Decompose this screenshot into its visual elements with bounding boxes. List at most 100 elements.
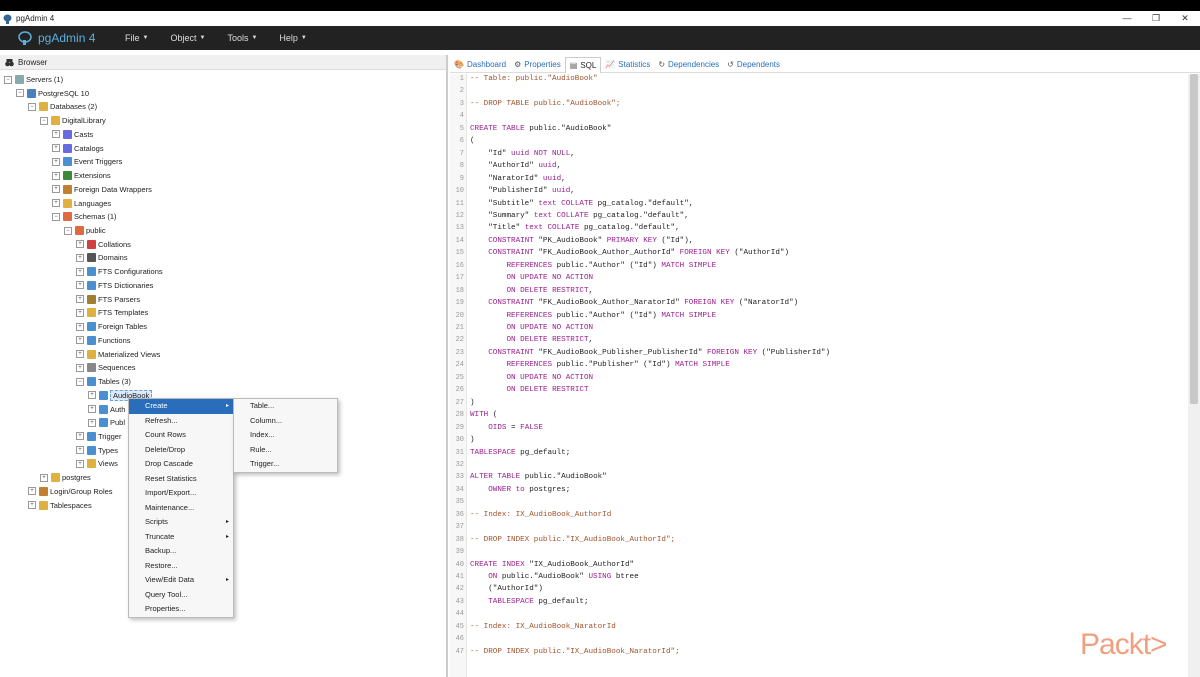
tree-node[interactable]: − Schemas (1) xyxy=(52,210,117,223)
restore-button[interactable]: ❐ xyxy=(1141,11,1171,26)
menu-tools[interactable]: Tools ▼ xyxy=(216,26,268,50)
context-menu-item[interactable]: Drop Cascade xyxy=(129,457,233,472)
expand-icon[interactable]: + xyxy=(28,501,36,510)
context-menu-item[interactable]: Reset Statistics xyxy=(129,472,233,487)
create-submenu-item[interactable]: Index... xyxy=(234,428,337,443)
context-menu-item[interactable]: Count Rows xyxy=(129,428,233,443)
expand-icon[interactable]: + xyxy=(76,432,84,441)
expand-icon[interactable]: + xyxy=(76,363,84,372)
tree-node[interactable]: + Functions xyxy=(76,334,131,347)
create-submenu-item[interactable]: Column... xyxy=(234,414,337,429)
expand-icon[interactable]: + xyxy=(76,253,84,262)
menu-file[interactable]: File ▼ xyxy=(114,26,159,50)
expand-icon[interactable]: + xyxy=(28,487,36,496)
collapse-icon[interactable]: − xyxy=(4,75,12,84)
context-menu-item[interactable]: Truncate ▸ xyxy=(129,530,233,545)
tree-node[interactable]: + Auth xyxy=(88,403,125,416)
context-menu-item[interactable]: Create ▸ xyxy=(129,399,233,414)
expand-icon[interactable]: + xyxy=(52,130,60,139)
expand-icon[interactable]: + xyxy=(76,281,84,290)
expand-icon[interactable]: + xyxy=(76,267,84,276)
context-menu-item[interactable]: Maintenance... xyxy=(129,501,233,516)
tab-statistics[interactable]: 📈 Statistics xyxy=(601,57,654,73)
tree-node[interactable]: + Domains xyxy=(76,251,128,264)
tree-node[interactable]: + Trigger xyxy=(76,430,121,443)
expand-icon[interactable]: + xyxy=(88,391,96,400)
expand-icon[interactable]: + xyxy=(52,157,60,166)
collapse-icon[interactable]: − xyxy=(52,212,60,221)
create-submenu-item[interactable]: Table... xyxy=(234,399,337,414)
tree-node[interactable]: − DigitalLibrary xyxy=(40,114,106,127)
tree-node[interactable]: − Tables (3) xyxy=(76,375,131,388)
tree-node[interactable]: + Languages xyxy=(52,197,111,210)
tab-properties[interactable]: ⚙ Properties xyxy=(510,57,565,73)
tree-node[interactable]: + Extensions xyxy=(52,169,111,182)
expand-icon[interactable]: + xyxy=(76,446,84,455)
tab-dependencies[interactable]: ↻ Dependencies xyxy=(654,57,723,73)
collapse-icon[interactable]: − xyxy=(16,89,24,98)
menu-object[interactable]: Object ▼ xyxy=(159,26,216,50)
tree-node[interactable]: + Types xyxy=(76,444,118,457)
tree-node[interactable]: + Casts xyxy=(52,128,93,141)
tree-node[interactable]: + Views xyxy=(76,457,118,470)
expand-icon[interactable]: + xyxy=(40,473,48,482)
collapse-icon[interactable]: − xyxy=(64,226,72,235)
tree-node[interactable]: + Publ xyxy=(88,416,125,429)
context-menu-item[interactable]: Scripts ▸ xyxy=(129,515,233,530)
sql-editor[interactable]: 1 -- Table: public."AudioBook" 2 3 -- DROP T… xyxy=(450,74,1186,677)
tree-node[interactable]: + postgres xyxy=(40,471,91,484)
tab-dashboard[interactable]: 🎨 Dashboard xyxy=(450,57,510,73)
expand-icon[interactable]: + xyxy=(52,144,60,153)
context-menu-item[interactable]: Query Tool... xyxy=(129,588,233,603)
context-menu-item[interactable]: Import/Export... xyxy=(129,486,233,501)
brand[interactable]: pgAdmin 4 xyxy=(18,31,114,45)
tree-node[interactable]: + Login/Group Roles xyxy=(28,485,113,498)
expand-icon[interactable]: + xyxy=(76,308,84,317)
tree-node[interactable]: + Tablespaces xyxy=(28,499,92,512)
tree-node[interactable]: − public xyxy=(64,224,106,237)
expand-icon[interactable]: + xyxy=(76,350,84,359)
create-submenu-item[interactable]: Trigger... xyxy=(234,457,337,472)
context-menu-item[interactable]: Backup... xyxy=(129,544,233,559)
expand-icon[interactable]: + xyxy=(88,405,96,414)
panel-splitter[interactable] xyxy=(446,55,448,677)
tree-node[interactable]: + FTS Configurations xyxy=(76,265,163,278)
context-menu-item[interactable]: Properties... xyxy=(129,602,233,617)
tree-node[interactable]: − Databases (2) xyxy=(28,100,97,113)
tree-node[interactable]: − PostgreSQL 10 xyxy=(16,87,89,100)
expand-icon[interactable]: + xyxy=(76,336,84,345)
tree-node[interactable]: − Servers (1) xyxy=(4,73,63,86)
expand-icon[interactable]: + xyxy=(52,171,60,180)
create-submenu-item[interactable]: Rule... xyxy=(234,443,337,458)
expand-icon[interactable]: + xyxy=(52,199,60,208)
tree-node[interactable]: + FTS Dictionaries xyxy=(76,279,153,292)
context-menu-item[interactable]: Restore... xyxy=(129,559,233,574)
collapse-icon[interactable]: − xyxy=(76,377,84,386)
expand-icon[interactable]: + xyxy=(76,240,84,249)
scrollbar-thumb[interactable] xyxy=(1190,74,1198,404)
tree-node[interactable]: + Foreign Tables xyxy=(76,320,147,333)
tree-node[interactable]: + Materialized Views xyxy=(76,348,160,361)
tab-dependents[interactable]: ↺ Dependents xyxy=(723,57,784,73)
tab-sql[interactable]: ▤ SQL xyxy=(564,56,602,73)
expand-icon[interactable]: + xyxy=(52,185,60,194)
tree-node[interactable]: + Collations xyxy=(76,238,131,251)
tree-node[interactable]: + FTS Parsers xyxy=(76,293,140,306)
expand-icon[interactable]: + xyxy=(88,418,96,427)
tree-node[interactable]: + Event Triggers xyxy=(52,155,122,168)
tree-node[interactable]: + FTS Templates xyxy=(76,306,148,319)
collapse-icon[interactable]: − xyxy=(28,102,36,111)
minimize-button[interactable]: — xyxy=(1112,11,1142,26)
tree-node[interactable]: + Foreign Data Wrappers xyxy=(52,183,152,196)
context-menu-item[interactable]: Refresh... xyxy=(129,414,233,429)
context-menu-item[interactable]: Delete/Drop xyxy=(129,443,233,458)
context-menu-item[interactable]: View/Edit Data ▸ xyxy=(129,573,233,588)
expand-icon[interactable]: + xyxy=(76,459,84,468)
close-button[interactable]: ✕ xyxy=(1170,11,1200,26)
editor-scrollbar[interactable] xyxy=(1188,74,1200,677)
expand-icon[interactable]: + xyxy=(76,295,84,304)
tree-node[interactable]: + Sequences xyxy=(76,361,136,374)
collapse-icon[interactable]: − xyxy=(40,116,48,125)
expand-icon[interactable]: + xyxy=(76,322,84,331)
menu-help[interactable]: Help ▼ xyxy=(268,26,317,50)
